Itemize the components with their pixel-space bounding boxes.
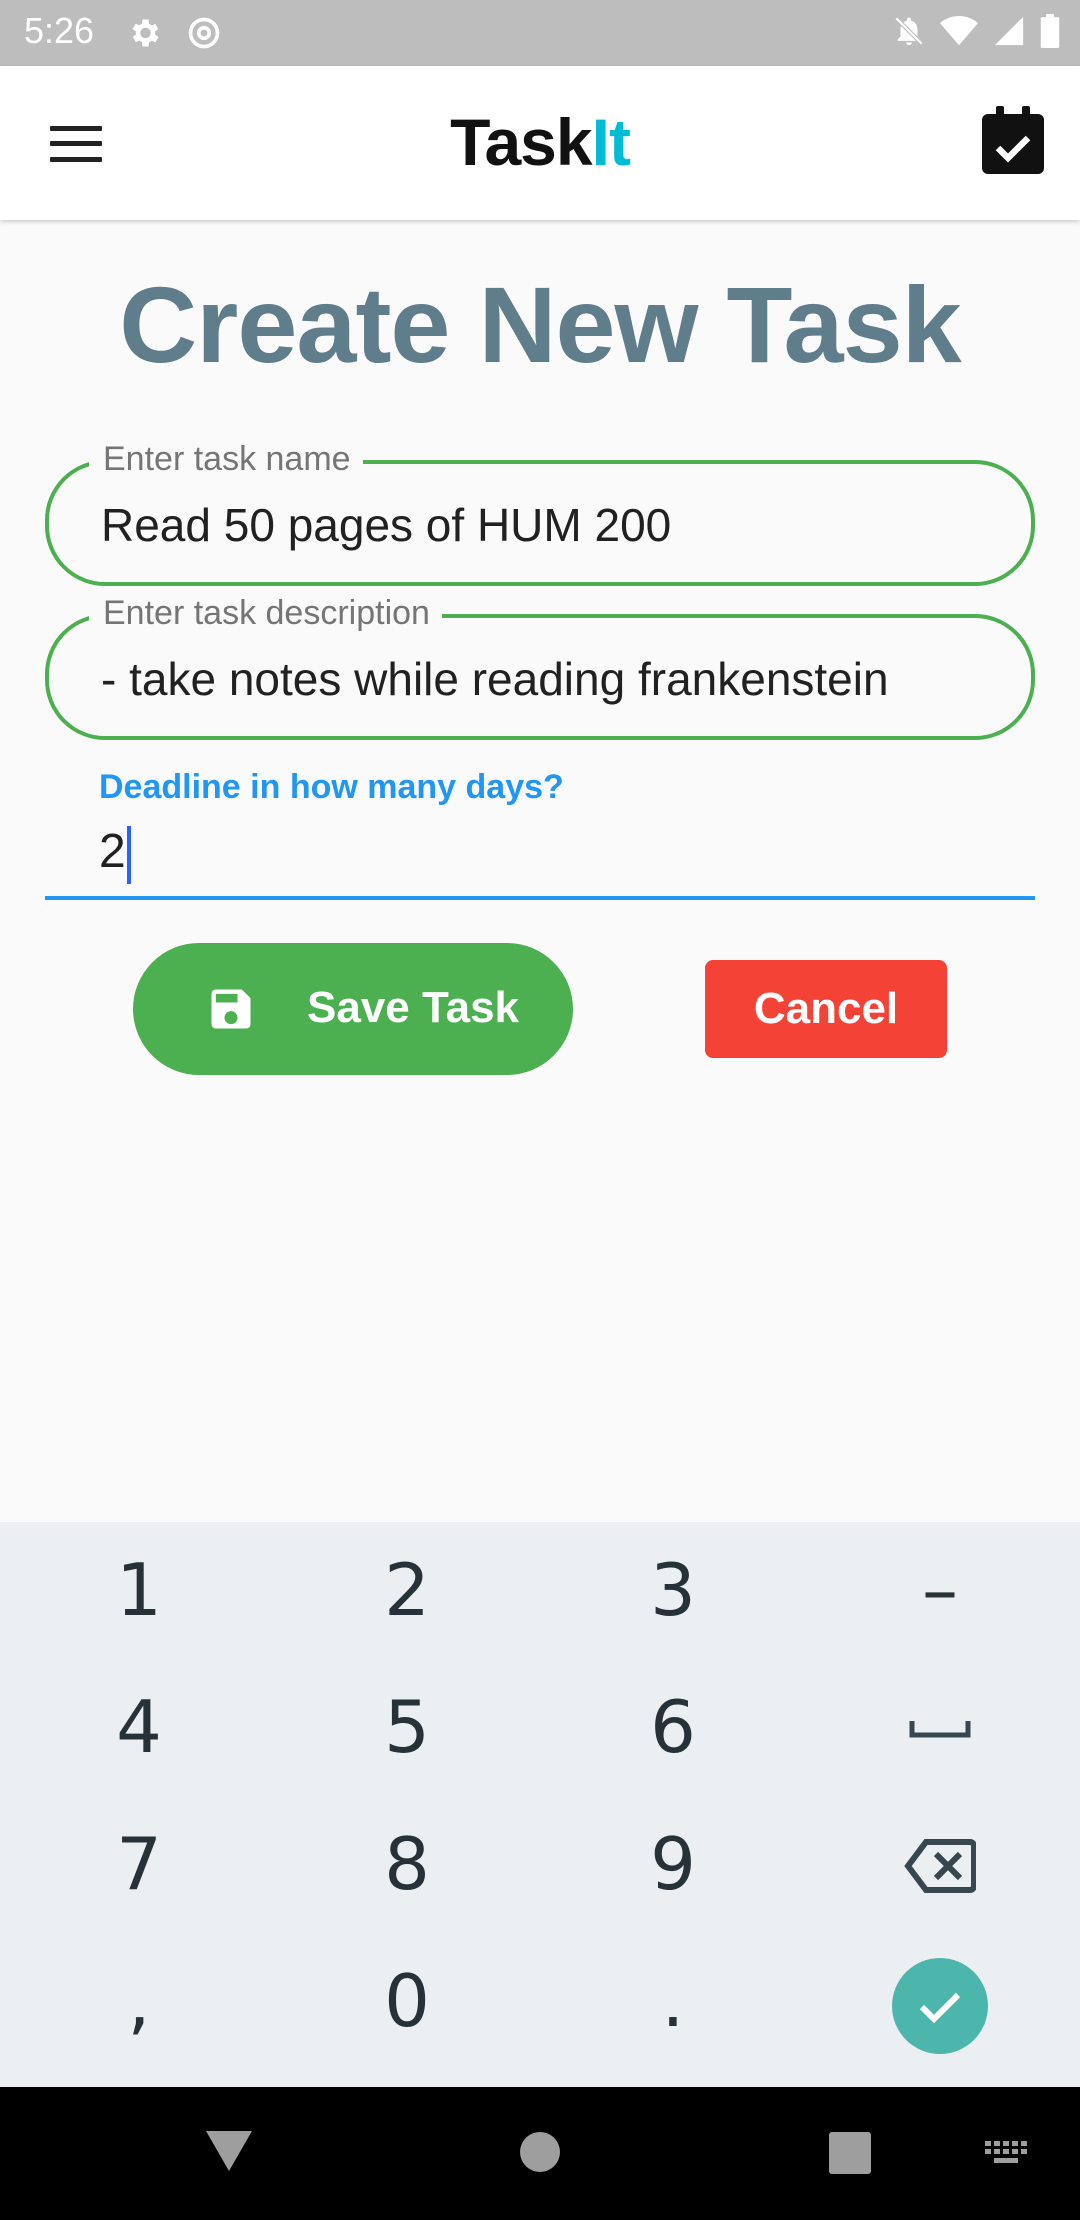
key-comma[interactable]: , [4,1933,274,2070]
task-description-field[interactable]: Enter task description - take notes whil… [45,594,1035,740]
task-name-value[interactable]: Read 50 pages of HUM 200 [101,498,671,552]
key-period-label: . [661,1959,685,2043]
key-9[interactable]: 9 [538,1796,808,1933]
settings-icon [132,19,159,47]
battery-icon [1040,14,1060,48]
key-2[interactable]: 2 [272,1522,542,1659]
app-title-main: Task [450,105,593,179]
status-time: 5:26 [24,10,95,51]
checkmark-icon [919,1992,961,2024]
save-icon [211,989,251,1029]
key-6-label: 6 [650,1685,696,1769]
key-dash[interactable]: – [805,1522,1075,1659]
task-description-value[interactable]: - take notes while reading frankenstein [101,652,889,706]
key-period[interactable]: . [538,1933,808,2070]
key-2-label: 2 [384,1548,430,1632]
app-title: TaskIt [0,104,1080,180]
key-backspace[interactable] [805,1796,1075,1933]
app-bar: TaskIt [0,66,1080,220]
key-0-label: 0 [384,1959,430,2043]
key-8[interactable]: 8 [272,1796,542,1933]
cancel-button[interactable]: Cancel [705,960,947,1058]
notifications-off-icon [894,16,924,46]
key-5-label: 5 [384,1685,430,1769]
system-nav-bar [0,2087,1080,2220]
save-task-button[interactable]: Save Task [133,943,573,1075]
deadline-value[interactable]: 2 [99,824,126,879]
calendar-check-icon[interactable] [982,106,1044,174]
signal-icon [994,16,1024,46]
recents-icon[interactable] [829,2132,871,2174]
key-1[interactable]: 1 [4,1522,274,1659]
key-4-label: 4 [116,1685,162,1769]
key-5[interactable]: 5 [272,1659,542,1796]
deadline-label: Deadline in how many days? [99,768,564,806]
sync-icon [188,17,220,49]
wifi-icon [940,15,978,46]
page-title: Create New Task [119,264,961,385]
done-key[interactable] [892,1958,988,2054]
task-name-label: Enter task name [89,440,363,479]
app-title-accent: It [591,105,631,179]
status-icons [892,14,1060,48]
deadline-input[interactable]: 2 [45,810,1035,900]
key-3-label: 3 [650,1548,696,1632]
key-3[interactable]: 3 [538,1522,808,1659]
save-task-label: Save Task [307,983,520,1032]
key-comma-label: , [127,1959,151,2043]
key-7[interactable]: 7 [4,1796,274,1933]
keyboard-switch-icon[interactable] [985,2141,1029,2167]
home-icon[interactable] [519,2131,561,2173]
key-4[interactable]: 4 [4,1659,274,1796]
status-bar: 5:26 [0,0,1080,66]
task-description-label: Enter task description [89,594,442,633]
key-1-label: 1 [116,1548,162,1632]
key-6[interactable]: 6 [538,1659,808,1796]
space-icon [909,1721,971,1738]
key-space[interactable] [805,1659,1075,1796]
key-8-label: 8 [384,1822,430,1906]
task-name-field[interactable]: Enter task name Read 50 pages of HUM 200 [45,440,1035,586]
backspace-icon [904,1839,977,1893]
numeric-keyboard: 1 2 3 – 4 5 6 7 8 9 , 0 . [0,1522,1080,2087]
key-0[interactable]: 0 [272,1933,542,2070]
text-cursor [127,826,131,884]
key-dash-label: – [922,1548,958,1632]
key-7-label: 7 [116,1822,162,1906]
key-9-label: 9 [650,1822,696,1906]
back-icon[interactable] [206,2131,252,2171]
